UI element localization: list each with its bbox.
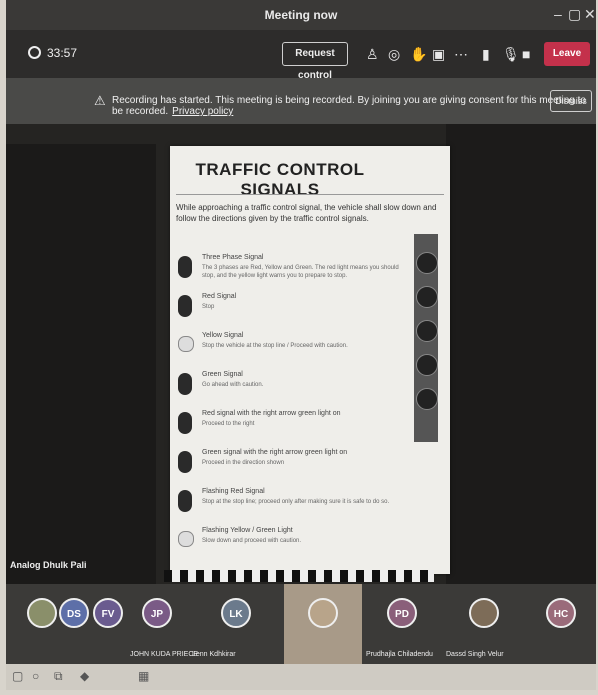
- signal-label: Yellow Signal: [202, 332, 244, 339]
- avatar: [308, 598, 338, 628]
- participant-tile[interactable]: [284, 584, 362, 664]
- meeting-toolbar: 33:57 Request control ♙ ◎ ✋ ▣ ⋯ ▮ 🎙 ■ Le…: [6, 30, 596, 81]
- raise-hand-icon[interactable]: ✋: [410, 46, 427, 63]
- signal-description: Proceed to the right: [202, 421, 255, 427]
- road-stripe-border: [164, 570, 434, 582]
- teams-window: Meeting now – ▢ ✕ 33:57 Request control …: [6, 0, 596, 690]
- warning-icon: ⚠: [94, 93, 106, 108]
- share-icon[interactable]: ■: [522, 46, 530, 62]
- signal-icon: [178, 412, 192, 434]
- record-icon: [28, 46, 41, 59]
- more-icon[interactable]: ⋯: [454, 46, 468, 63]
- signal-label: Green signal with the right arrow green …: [202, 449, 348, 456]
- more-options-icon[interactable]: ▣: [432, 46, 445, 63]
- participant-tile[interactable]: HC: [526, 584, 596, 664]
- participant-tile[interactable]: Dassd Singh Velur: [442, 584, 526, 664]
- close-icon[interactable]: ✕: [584, 6, 596, 23]
- divider: [176, 194, 444, 195]
- lamp-icon: [416, 388, 438, 410]
- signal-icon: [178, 295, 192, 317]
- signal-item: Green signal with the right arrow green …: [178, 449, 406, 479]
- signal-icon: [178, 490, 192, 512]
- title-bar: Meeting now – ▢ ✕: [6, 0, 596, 30]
- signal-icon: [178, 373, 192, 395]
- lamp-icon: [416, 354, 438, 376]
- signal-label: Red Signal: [202, 293, 237, 300]
- lamp-icon: [416, 286, 438, 308]
- avatar: LK: [221, 598, 251, 628]
- signal-icon: [178, 256, 192, 278]
- search-icon[interactable]: ○: [32, 669, 39, 683]
- participant-tile[interactable]: [26, 584, 58, 664]
- request-control-button[interactable]: Request control: [282, 42, 348, 81]
- traffic-light-illustration: [414, 234, 438, 442]
- signal-description: Stop at the stop line; proceed only afte…: [202, 499, 390, 505]
- dismiss-button[interactable]: Dismiss: [550, 90, 592, 112]
- explorer-icon[interactable]: ▦: [138, 669, 149, 683]
- participant-tile[interactable]: DS: [58, 584, 90, 664]
- signal-item: Yellow Signal Stop the vehicle at the sto…: [178, 332, 406, 362]
- signal-item: Green Signal Go ahead with caution.: [178, 371, 406, 401]
- participant-tray: DS FV JP JOHN KUDA PRIECE LK Lenn Kdhkirar PD P…: [6, 584, 596, 664]
- signal-description: Go ahead with caution.: [202, 382, 264, 388]
- signal-description: Stop the vehicle at the stop line / Proc…: [202, 343, 348, 349]
- camera-icon[interactable]: ▮: [482, 46, 490, 63]
- participant-tile[interactable]: PD Prudhajla Chiladendu: [362, 584, 442, 664]
- signal-item: Flashing Yellow / Green Light Slow down a…: [178, 527, 406, 557]
- stage-background-right: [446, 124, 596, 584]
- maximize-icon[interactable]: ▢: [568, 6, 581, 23]
- signal-label: Flashing Red Signal: [202, 488, 265, 495]
- people-icon[interactable]: ♙: [366, 46, 379, 63]
- signal-label: Flashing Yellow / Green Light: [202, 527, 293, 534]
- participant-tile[interactable]: LK Lenn Kdhkirar: [188, 584, 284, 664]
- avatar: JP: [142, 598, 172, 628]
- windows-icon[interactable]: ▢: [12, 669, 23, 683]
- signal-item: Red signal with the right arrow green li…: [178, 410, 406, 440]
- presenter-name: Analog Dhulk Pali: [10, 560, 87, 570]
- lamp-icon: [416, 320, 438, 342]
- app-icon[interactable]: ◆: [80, 669, 89, 683]
- signal-icon: [178, 531, 194, 547]
- signal-description: The 3 phases are Red, Yellow and Green. …: [202, 265, 399, 279]
- recording-banner: ⚠ Recording has started. This meeting is…: [6, 78, 596, 124]
- signal-item: Flashing Red Signal Stop at the stop line…: [178, 488, 406, 518]
- minimize-icon[interactable]: –: [554, 6, 562, 22]
- taskview-icon[interactable]: ⧉: [54, 669, 63, 684]
- taskbar: ▢ ○ ⧉ ◆ ▦: [6, 664, 596, 690]
- avatar: FV: [93, 598, 123, 628]
- signal-description: Proceed in the direction shown: [202, 460, 285, 466]
- participant-name: Lenn Kdhkirar: [192, 651, 236, 658]
- signal-label: Three Phase Signal: [202, 254, 264, 261]
- leave-button[interactable]: Leave: [544, 42, 590, 66]
- signal-icon: [178, 336, 194, 352]
- participant-name: Prudhajla Chiladendu: [366, 651, 433, 658]
- signal-description: Stop: [202, 304, 215, 310]
- shared-document: TRAFFIC CONTROL SIGNALS While approachin…: [170, 146, 450, 574]
- stage-background-left: [6, 144, 156, 584]
- participant-name: Dassd Singh Velur: [446, 651, 504, 658]
- signal-icon: [178, 451, 192, 473]
- window-title: Meeting now: [264, 8, 338, 22]
- signal-item: Three Phase Signal The 3 phases are Red, …: [178, 254, 406, 284]
- participant-tile[interactable]: JP JOHN KUDA PRIECE: [126, 584, 198, 664]
- microphone-icon[interactable]: 🎙: [502, 46, 520, 63]
- avatar: HC: [546, 598, 576, 628]
- chat-icon[interactable]: ◎: [388, 46, 400, 63]
- signal-label: Green Signal: [202, 371, 243, 378]
- signal-description: Slow down and proceed with caution.: [202, 538, 302, 544]
- avatar: PD: [387, 598, 417, 628]
- lamp-icon: [416, 252, 438, 274]
- signal-item: Red Signal Stop: [178, 293, 406, 323]
- recording-message: Recording has started. This meeting is b…: [112, 95, 586, 117]
- signal-label: Red signal with the right arrow green li…: [202, 410, 341, 417]
- privacy-policy-link[interactable]: Privacy policy: [172, 106, 233, 117]
- avatar: DS: [59, 598, 89, 628]
- avatar: [27, 598, 57, 628]
- document-intro: While approaching a traffic control sign…: [176, 203, 437, 223]
- meeting-timer: 33:57: [28, 46, 77, 60]
- participant-tile[interactable]: FV: [90, 584, 126, 664]
- avatar: [469, 598, 499, 628]
